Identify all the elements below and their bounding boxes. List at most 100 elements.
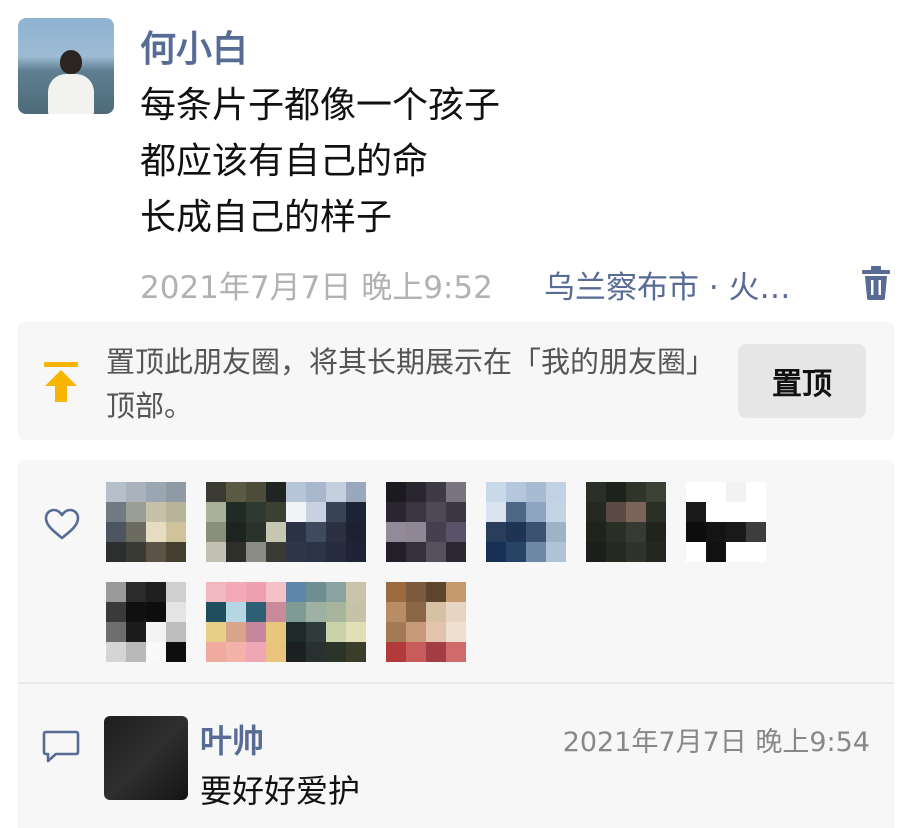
mosaic-cell [146, 622, 166, 642]
mosaic-cell [446, 502, 466, 522]
commenter-name[interactable]: 叶帅 [200, 716, 264, 762]
mosaic-cell [306, 622, 326, 642]
mosaic-cell [426, 642, 446, 662]
mosaic-cell [206, 502, 226, 522]
mosaic-cell [406, 582, 426, 602]
like-avatar-4[interactable] [386, 482, 466, 562]
mosaic-cell [286, 642, 306, 662]
mosaic-cell [746, 542, 766, 562]
mosaic-cell [426, 622, 446, 642]
mosaic-cell [706, 522, 726, 542]
like-avatar-8[interactable] [106, 582, 186, 662]
mosaic-cell [446, 622, 466, 642]
mosaic-cell [526, 542, 546, 562]
mosaic-cell [446, 582, 466, 602]
mosaic-cell [106, 622, 126, 642]
like-avatar-1[interactable] [106, 482, 186, 562]
mosaic-cell [746, 482, 766, 502]
mosaic-cell [266, 602, 286, 622]
mosaic-cell [146, 502, 166, 522]
trash-icon[interactable] [860, 266, 892, 300]
mosaic-cell [246, 482, 266, 502]
mosaic-cell [446, 522, 466, 542]
mosaic-cell [726, 502, 746, 522]
mosaic-cell [246, 622, 266, 642]
mosaic-cell [226, 642, 246, 662]
comment-icon [42, 730, 80, 763]
mosaic-cell [286, 602, 306, 622]
post-line-2: 都应该有自己的命 [140, 141, 429, 182]
mosaic-cell [406, 522, 426, 542]
mosaic-cell [106, 522, 126, 542]
mosaic-cell [506, 502, 526, 522]
mosaic-cell [246, 642, 266, 662]
like-avatar-3[interactable] [286, 482, 366, 562]
pin-to-top-button[interactable]: 置顶 [738, 344, 866, 418]
mosaic-cell [486, 502, 506, 522]
mosaic-cell [266, 542, 286, 562]
pin-description: 置顶此朋友圈，将其长期展示在「我的朋友圈」顶部。 [106, 345, 716, 423]
mosaic-cell [346, 542, 366, 562]
mosaic-cell [626, 502, 646, 522]
mosaic-cell [646, 502, 666, 522]
mosaic-cell [546, 482, 566, 502]
author-name[interactable]: 何小白 [140, 20, 248, 72]
mosaic-cell [226, 522, 246, 542]
like-avatar-2[interactable] [206, 482, 286, 562]
mosaic-cell [406, 482, 426, 502]
mosaic-cell [166, 522, 186, 542]
mosaic-cell [446, 542, 466, 562]
mosaic-cell [486, 542, 506, 562]
mosaic-cell [166, 622, 186, 642]
mosaic-cell [646, 482, 666, 502]
like-avatar-6[interactable] [586, 482, 666, 562]
mosaic-cell [166, 502, 186, 522]
comments-panel: 叶帅 2021年7月7日 晚上9:54 要好好爱护 [18, 684, 894, 828]
author-avatar[interactable] [18, 18, 114, 114]
mosaic-cell [426, 582, 446, 602]
mosaic-cell [166, 602, 186, 622]
mosaic-cell [346, 622, 366, 642]
mosaic-cell [426, 482, 446, 502]
mosaic-cell [646, 522, 666, 542]
mosaic-cell [106, 642, 126, 662]
commenter-avatar[interactable] [104, 716, 188, 800]
mosaic-cell [326, 642, 346, 662]
mosaic-cell [306, 502, 326, 522]
mosaic-cell [446, 642, 466, 662]
comment-time: 2021年7月7日 晚上9:54 [562, 727, 870, 758]
mosaic-cell [446, 482, 466, 502]
mosaic-cell [426, 522, 446, 542]
mosaic-cell [146, 522, 166, 542]
mosaic-cell [406, 602, 426, 622]
mosaic-cell [746, 502, 766, 522]
mosaic-cell [126, 582, 146, 602]
mosaic-cell [386, 602, 406, 622]
mosaic-cell [586, 482, 606, 502]
mosaic-cell [706, 502, 726, 522]
mosaic-cell [346, 642, 366, 662]
mosaic-cell [106, 482, 126, 502]
mosaic-cell [306, 602, 326, 622]
like-avatar-5[interactable] [486, 482, 566, 562]
mosaic-cell [326, 482, 346, 502]
like-avatar-9[interactable] [206, 582, 286, 662]
like-avatar-10[interactable] [286, 582, 366, 662]
avatar-person-body [48, 74, 94, 114]
mosaic-cell [326, 522, 346, 542]
mosaic-cell [626, 542, 646, 562]
mosaic-cell [246, 522, 266, 542]
mosaic-cell [206, 582, 226, 602]
post-location[interactable]: 乌兰察布市 · 火… [544, 262, 791, 307]
mosaic-cell [206, 482, 226, 502]
mosaic-cell [286, 522, 306, 542]
mosaic-cell [146, 602, 166, 622]
mosaic-cell [146, 642, 166, 662]
mosaic-cell [246, 582, 266, 602]
mosaic-cell [546, 542, 566, 562]
post-line-1: 每条片子都像一个孩子 [140, 85, 501, 126]
like-avatar-11[interactable] [386, 582, 466, 662]
like-avatar-7[interactable] [686, 482, 766, 562]
mosaic-cell [106, 582, 126, 602]
mosaic-cell [266, 482, 286, 502]
